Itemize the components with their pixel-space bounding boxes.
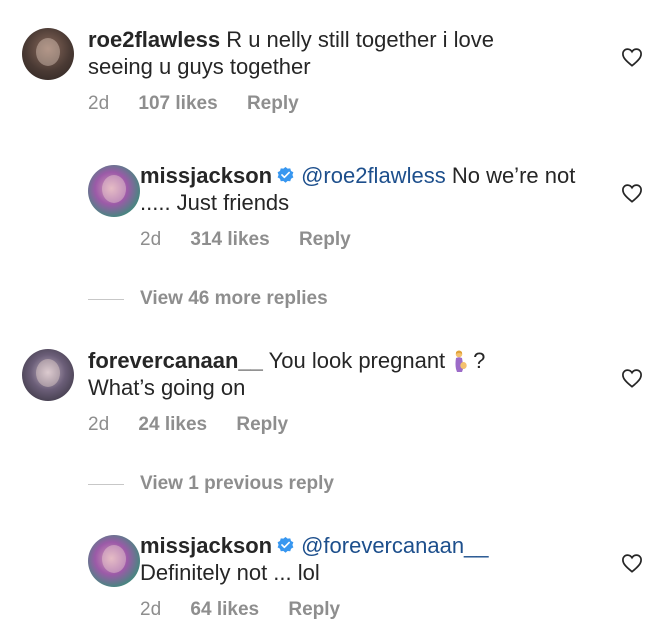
verified-badge-icon	[277, 536, 294, 553]
comment-username[interactable]: forevercanaan__	[88, 348, 263, 373]
comment-meta: 2d 24 likes Reply	[88, 414, 312, 436]
comment-username[interactable]: missjackson	[140, 533, 272, 558]
comment-meta: 2d 314 likes Reply	[140, 229, 375, 251]
comment-time: 2d	[140, 599, 162, 620]
reply-button[interactable]: Reply	[288, 599, 340, 620]
heart-icon[interactable]	[621, 368, 643, 388]
reply-button[interactable]: Reply	[236, 414, 288, 435]
comment-time: 2d	[88, 414, 110, 435]
comment-likes[interactable]: 64 likes	[190, 599, 259, 620]
reply-button[interactable]: Reply	[299, 229, 351, 250]
comment-time: 2d	[140, 229, 162, 250]
avatar[interactable]	[88, 535, 140, 587]
comment-meta: 2d 64 likes Reply	[140, 599, 364, 621]
avatar[interactable]	[22, 349, 74, 401]
divider	[88, 299, 124, 300]
comment-likes[interactable]: 107 likes	[138, 93, 217, 114]
comment-time: 2d	[88, 93, 110, 114]
comment-username[interactable]: roe2flawless	[88, 27, 220, 52]
comment-text: You look pregnant	[268, 348, 446, 373]
view-more-replies-button[interactable]: View 46 more replies	[140, 288, 328, 310]
comment-text-line2: What’s going on	[88, 375, 246, 400]
comment-mention[interactable]: @roe2flawless	[301, 163, 446, 188]
avatar[interactable]	[22, 28, 74, 80]
comment-body: roe2flawless R u nelly still together i …	[88, 26, 558, 80]
verified-badge-icon	[277, 166, 294, 183]
divider	[88, 484, 124, 485]
comment-body: missjackson @forevercanaan__ Definitely …	[140, 532, 580, 586]
heart-icon[interactable]	[621, 183, 643, 203]
comment-body: forevercanaan__ You look pregnant ? What…	[88, 347, 558, 401]
comment-likes[interactable]: 24 likes	[138, 414, 207, 435]
comment-likes[interactable]: 314 likes	[190, 229, 269, 250]
pregnant-woman-emoji-icon	[455, 350, 467, 372]
view-previous-reply-button[interactable]: View 1 previous reply	[140, 473, 334, 495]
heart-icon[interactable]	[621, 553, 643, 573]
avatar[interactable]	[88, 165, 140, 217]
heart-icon[interactable]	[621, 47, 643, 67]
comment-body: missjackson @roe2flawless No we’re not .…	[140, 162, 580, 216]
comment-username[interactable]: missjackson	[140, 163, 272, 188]
comment-text: Definitely not ... lol	[140, 560, 320, 585]
comment-text-tail: ?	[473, 348, 486, 373]
reply-button[interactable]: Reply	[247, 93, 299, 114]
comment-meta: 2d 107 likes Reply	[88, 93, 323, 115]
comment-mention[interactable]: @forevercanaan__	[301, 533, 488, 558]
